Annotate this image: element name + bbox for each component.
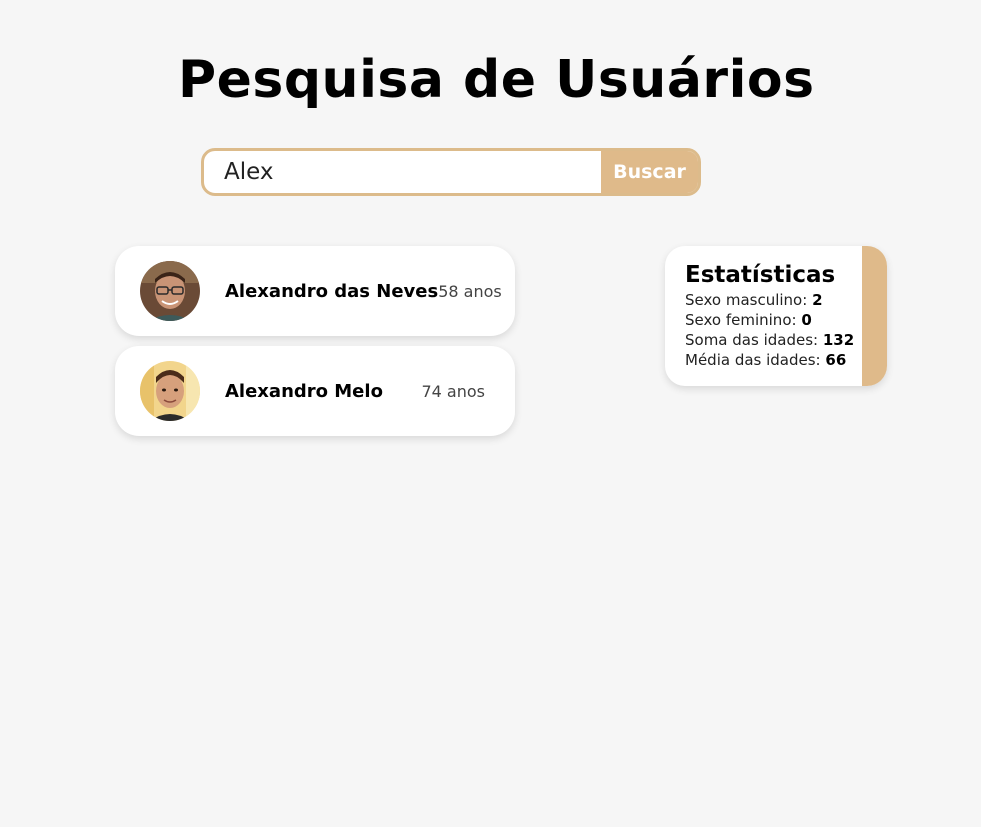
user-card: Alexandro das Neves 58 anos (115, 246, 515, 336)
stat-male-label: Sexo masculino: (685, 291, 813, 309)
stat-age-avg-label: Média das idades: (685, 351, 826, 369)
user-age: 58 anos (438, 281, 502, 301)
stat-age-sum-value: 132 (822, 331, 855, 349)
stats-accent-bar (862, 246, 887, 386)
search-button[interactable]: Buscar (601, 151, 698, 193)
search-bar: Buscar (201, 148, 701, 196)
stat-age-sum: Soma das idades: 132 (685, 330, 854, 350)
stat-age-avg-value: 66 (825, 351, 847, 369)
user-list: Alexandro das Neves 58 anos Alexandro Me… (115, 246, 515, 446)
stat-male-value: 2 (812, 291, 823, 309)
stats-title: Estatísticas (685, 262, 836, 288)
stats-card: Estatísticas Sexo masculino: 2 Sexo femi… (665, 246, 887, 386)
page: Pesquisa de Usuários Buscar Alexandro da… (0, 0, 981, 827)
user-avatar (140, 361, 200, 421)
user-age: 74 anos (421, 381, 485, 401)
stat-male: Sexo masculino: 2 (685, 290, 854, 310)
user-name: Alexandro das Neves (225, 280, 439, 302)
stat-age-avg: Média das idades: 66 (685, 350, 854, 370)
page-title: Pesquisa de Usuários (178, 50, 815, 110)
stat-female-label: Sexo feminino: (685, 311, 802, 329)
stat-age-sum-label: Soma das idades: (685, 331, 823, 349)
stat-female: Sexo feminino: 0 (685, 310, 854, 330)
search-input[interactable] (204, 151, 601, 193)
user-name: Alexandro Melo (225, 380, 383, 402)
stats-content: Estatísticas Sexo masculino: 2 Sexo femi… (685, 262, 854, 370)
stat-female-value: 0 (801, 311, 812, 329)
user-card: Alexandro Melo 74 anos (115, 346, 515, 436)
user-avatar (140, 261, 200, 321)
